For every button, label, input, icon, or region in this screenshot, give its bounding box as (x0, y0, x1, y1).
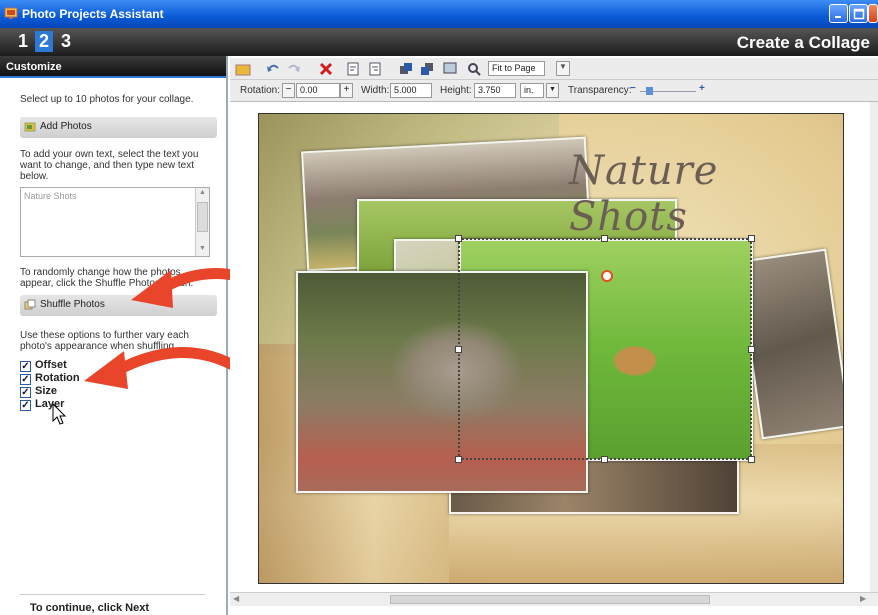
shuffle-photos-label: Shuffle Photos (40, 299, 105, 310)
shuffle-icon (24, 299, 36, 310)
continue-hint: To continue, click Next (30, 602, 149, 614)
vertical-scrollbar[interactable] (870, 102, 878, 592)
delete-icon[interactable] (318, 61, 334, 77)
chevron-down-icon[interactable]: ▼ (546, 83, 559, 98)
check-icon: ✓ (20, 374, 31, 385)
option-label: Offset (35, 359, 67, 371)
close-button[interactable] (868, 4, 878, 23)
resize-handle[interactable] (748, 456, 755, 463)
plus-icon[interactable]: + (699, 83, 705, 94)
customize-panel: Customize Select up to 10 photos for you… (0, 56, 228, 615)
option-offset-checkbox[interactable]: ✓ Offset (20, 359, 67, 372)
collage-title-text[interactable]: Nature Shots (569, 148, 843, 240)
rotation-input[interactable]: 0.00 (296, 83, 340, 98)
bring-forward-icon[interactable] (398, 61, 414, 77)
resize-handle[interactable] (748, 235, 755, 242)
zoom-select[interactable]: Fit to Page (488, 61, 545, 76)
redo-icon[interactable] (286, 61, 302, 77)
horizontal-scrollbar[interactable]: ◀ ▶ (230, 592, 878, 606)
scroll-left-icon[interactable]: ◀ (233, 594, 239, 603)
undo-icon[interactable] (265, 61, 281, 77)
width-label: Width: (361, 85, 390, 96)
collage-text-input[interactable]: Nature Shots ▲ ▼ (20, 187, 210, 257)
check-icon: ✓ (20, 387, 31, 398)
rotate-handle-icon[interactable] (601, 270, 613, 282)
resize-handle[interactable] (601, 235, 608, 242)
resize-handle[interactable] (748, 346, 755, 353)
step-bar: 1 2 3 Create a Collage (0, 28, 878, 56)
intro-text: Select up to 10 photos for your collage. (20, 94, 194, 105)
crop-icon[interactable] (442, 61, 458, 77)
open-folder-icon[interactable] (235, 61, 251, 77)
step-2-active[interactable]: 2 (35, 31, 53, 52)
slider-thumb[interactable] (646, 87, 653, 95)
minimize-button[interactable] (829, 4, 848, 23)
maximize-button[interactable] (849, 4, 868, 23)
text-scrollbar[interactable]: ▲ ▼ (195, 188, 209, 256)
add-photo-icon (24, 122, 36, 132)
transparency-label: Transparency: (568, 85, 632, 96)
check-icon: ✓ (20, 361, 31, 372)
step-3[interactable]: 3 (57, 31, 75, 52)
window-title: Photo Projects Assistant (22, 7, 164, 21)
height-input[interactable]: 3.750 (474, 83, 516, 98)
scroll-thumb[interactable] (197, 202, 208, 232)
mouse-cursor-icon (52, 403, 67, 425)
step-1[interactable]: 1 (14, 31, 32, 52)
transparency-slider[interactable]: − + (630, 83, 710, 97)
option-size-checkbox[interactable]: ✓ Size (20, 385, 57, 398)
option-label: Rotation (35, 372, 80, 384)
unit-select[interactable]: in. (520, 83, 544, 98)
zoom-icon[interactable] (466, 61, 482, 77)
check-icon: ✓ (20, 400, 31, 411)
rotation-label: Rotation: (240, 85, 281, 96)
resize-handle[interactable] (455, 235, 462, 242)
chevron-down-icon[interactable]: ▼ (556, 61, 570, 76)
title-bar: Photo Projects Assistant (0, 0, 878, 28)
scroll-up-icon[interactable]: ▲ (198, 189, 207, 198)
annotation-arrow-icon (84, 347, 245, 389)
send-backward-icon[interactable] (419, 61, 435, 77)
panel-heading: Customize (0, 56, 226, 78)
align-right-icon[interactable] (367, 61, 383, 77)
footer-divider (20, 594, 205, 595)
collage-text-value: Nature Shots (24, 191, 77, 201)
text-instructions: To add your own text, select the text yo… (20, 149, 199, 182)
resize-handle[interactable] (601, 456, 608, 463)
option-label: Size (35, 385, 58, 397)
properties-toolbar: Rotation: − 0.00 + Width: 5.000 Height: … (230, 80, 878, 102)
resize-handle[interactable] (455, 346, 462, 353)
minus-icon[interactable]: − (630, 83, 636, 94)
rotation-decrease-button[interactable]: − (282, 83, 295, 98)
app-icon (4, 7, 18, 19)
scroll-right-icon[interactable]: ▶ (860, 594, 866, 603)
add-photos-button[interactable]: Add Photos (20, 117, 217, 138)
width-input[interactable]: 5.000 (390, 83, 432, 98)
rotation-increase-button[interactable]: + (340, 83, 353, 98)
edit-toolbar: Fit to Page ▼ (230, 58, 878, 80)
option-rotation-checkbox[interactable]: ✓ Rotation (20, 372, 80, 385)
scroll-down-icon[interactable]: ▼ (198, 245, 207, 254)
add-photos-label: Add Photos (40, 121, 92, 132)
align-left-icon[interactable] (345, 61, 361, 77)
page-title: Create a Collage (736, 33, 870, 52)
scroll-thumb[interactable] (390, 595, 710, 604)
resize-handle[interactable] (455, 456, 462, 463)
height-label: Height: (440, 85, 472, 96)
